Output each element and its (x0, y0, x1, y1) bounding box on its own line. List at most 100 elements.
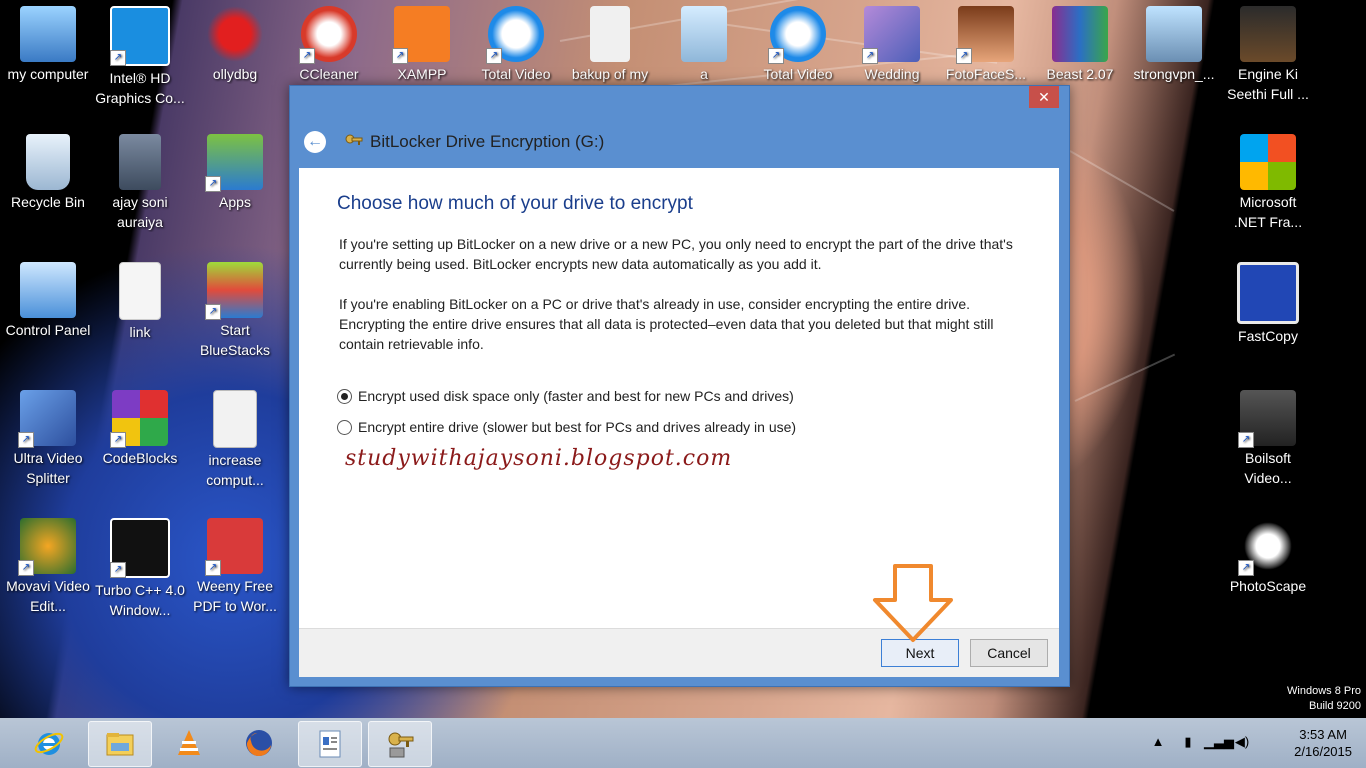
codeblocks-icon: ↗ (110, 390, 168, 448)
show-hidden-icons[interactable]: ▲ (1150, 734, 1166, 750)
turbo-cpp-icon: ↗ (110, 518, 170, 578)
explanation-paragraph-2: If you're enabling BitLocker on a PC or … (339, 296, 994, 352)
desktop-icon-link[interactable]: link (92, 256, 188, 342)
option-entire-drive[interactable]: Encrypt entire drive (slower but best fo… (337, 419, 796, 435)
wedding-icon: ↗ (862, 6, 920, 64)
desktop-icon-my-computer[interactable]: my computer (0, 0, 96, 84)
bluestacks-icon: ↗ (205, 262, 263, 320)
vlc-icon (178, 730, 200, 755)
fotoface-icon: ↗ (956, 6, 1014, 64)
desktop-icon-beast[interactable]: Beast 2.07 (1032, 0, 1128, 84)
taskbar-vlc[interactable] (158, 721, 220, 765)
cancel-button[interactable]: Cancel (970, 639, 1048, 667)
desktop-icon-total-video-player[interactable]: ↗ Total Video (750, 0, 846, 84)
desktop-icon-ultra-video-splitter[interactable]: ↗ Ultra Video Splitter (0, 384, 96, 488)
desktop-icon-fotoface[interactable]: ↗ FotoFaceS... (938, 0, 1034, 84)
file-explorer-icon (106, 733, 134, 756)
explanation-paragraph-1: If you're setting up BitLocker on a new … (339, 236, 1013, 272)
internet-explorer-icon (34, 732, 64, 755)
desktop-icon-total-video[interactable]: ↗ Total Video (468, 0, 564, 84)
clock-date: 2/16/2015 (1294, 744, 1352, 759)
xampp-icon: ↗ (392, 6, 450, 64)
taskbar-bitlocker[interactable] (368, 721, 432, 767)
close-button[interactable]: ✕ (1029, 86, 1059, 108)
desktop-icon-apps[interactable]: ↗ Apps (187, 128, 283, 212)
desktop-icon-fastcopy[interactable]: FastCopy (1220, 256, 1316, 346)
back-button[interactable]: ← (304, 131, 326, 153)
document-icon (119, 262, 161, 320)
desktop-icon-codeblocks[interactable]: ↗ CodeBlocks (92, 384, 188, 468)
desktop-icon-wedding[interactable]: ↗ Wedding (844, 0, 940, 84)
system-clock[interactable]: 3:53 AM 2/16/2015 (1294, 726, 1352, 760)
dialog-content: Choose how much of your drive to encrypt… (299, 168, 1059, 628)
recycle-bin-icon (26, 134, 70, 190)
desktop-icon-engine-ki-seethi[interactable]: Engine Ki Seethi Full ... (1220, 0, 1316, 104)
page-heading: Choose how much of your drive to encrypt (337, 193, 693, 214)
option-used-space[interactable]: Encrypt used disk space only (faster and… (337, 388, 794, 404)
taskbar-internet-explorer[interactable] (18, 721, 80, 765)
desktop-icon-movavi[interactable]: ↗ Movavi Video Edit... (0, 512, 96, 616)
computer-icon (20, 6, 76, 62)
desktop-icon-weeny-pdf[interactable]: ↗ Weeny Free PDF to Wor... (187, 512, 283, 616)
desktop-icon-increase-computer[interactable]: increase comput... (187, 384, 283, 490)
option-entire-drive-label: Encrypt entire drive (slower but best fo… (358, 419, 797, 435)
total-video-player-icon: ↗ (768, 6, 826, 64)
blank-file-icon (590, 6, 630, 62)
radio-entire-drive[interactable] (337, 419, 352, 435)
dialog-title-bar: BitLocker Drive Encryption (G:) (344, 131, 604, 153)
blog-watermark: studywithajaysoni.blogspot.com (345, 446, 733, 471)
clock-time: 3:53 AM (1299, 727, 1347, 742)
video-splitter-icon: ↗ (18, 390, 76, 448)
desktop-icon-a[interactable]: a (656, 0, 752, 84)
notepad-icon (681, 6, 727, 62)
movavi-icon: ↗ (18, 518, 76, 576)
wordpad-icon (319, 730, 341, 758)
desktop-icon-ollydbg[interactable]: ollydbg (187, 0, 283, 84)
radio-used-space[interactable] (337, 388, 352, 404)
boilsoft-icon: ↗ (1238, 390, 1296, 448)
desktop-icon-boilsoft[interactable]: ↗ Boilsoft Video... (1220, 384, 1316, 488)
windows-version-line: Windows 8 Pro (1287, 685, 1361, 697)
ollydbg-icon (207, 6, 263, 62)
desktop-icon-bakup[interactable]: bakup of my (562, 0, 658, 84)
windows-build-line: Build 9200 (1309, 700, 1361, 712)
photoscape-icon: ↗ (1238, 518, 1296, 576)
desktop-icon-turbo-cpp[interactable]: ↗ Turbo C++ 4.0 Window... (92, 512, 188, 620)
battery-icon[interactable]: ▮ (1180, 734, 1196, 750)
total-video-icon: ↗ (486, 6, 544, 64)
pdf-converter-icon: ↗ (205, 518, 263, 576)
video-file-icon (1240, 6, 1296, 62)
desktop-icon-ccleaner[interactable]: ↗ CCleaner (281, 0, 377, 84)
desktop-icon-strongvpn[interactable]: strongvpn_... (1126, 0, 1222, 84)
dialog-title: BitLocker Drive Encryption (G:) (370, 132, 605, 151)
windows-version-watermark: Windows 8 Pro Build 9200 (1287, 684, 1361, 714)
ccleaner-icon: ↗ (299, 6, 357, 64)
text-document-icon (213, 390, 257, 448)
taskbar-firefox[interactable] (228, 721, 290, 765)
desktop-icon-xampp[interactable]: ↗ XAMPP (374, 0, 470, 84)
bitlocker-icon (388, 732, 414, 758)
desktop-icon-start-bluestacks[interactable]: ↗ Start BlueStacks (187, 256, 283, 360)
taskbar: ▲ ▮ ▁▃▅ ◀) 3:53 AM 2/16/2015 (0, 718, 1366, 768)
control-panel-icon (20, 262, 76, 318)
winrar-icon (1052, 6, 1108, 62)
taskbar-wordpad[interactable] (298, 721, 362, 767)
bluestacks-apps-icon: ↗ (205, 134, 263, 192)
fastcopy-icon (1237, 262, 1299, 324)
orange-down-arrow-icon (873, 564, 953, 642)
desktop-icon-control-panel[interactable]: Control Panel (0, 256, 96, 340)
option-used-space-label: Encrypt used disk space only (faster and… (358, 388, 794, 404)
installer-icon (1146, 6, 1202, 62)
desktop-icon-recycle-bin[interactable]: Recycle Bin (0, 128, 96, 212)
network-icon[interactable]: ▁▃▅ (1204, 734, 1234, 750)
desktop-icon-ajay-soni[interactable]: ajay soni auraiya (92, 128, 188, 232)
taskbar-file-explorer[interactable] (88, 721, 152, 767)
desktop-icon-dotnet[interactable]: Microsoft .NET Fra... (1220, 128, 1316, 232)
volume-icon[interactable]: ◀) (1234, 734, 1250, 750)
firefox-icon (246, 730, 272, 757)
desktop-icon-photoscape[interactable]: ↗ PhotoScape (1220, 512, 1316, 596)
bitlocker-key-icon (344, 133, 364, 151)
desktop-icon-intel-graphics[interactable]: ↗ Intel® HD Graphics Co... (92, 0, 188, 108)
photo-icon (119, 134, 161, 190)
windows-logo-icon (1240, 134, 1296, 190)
